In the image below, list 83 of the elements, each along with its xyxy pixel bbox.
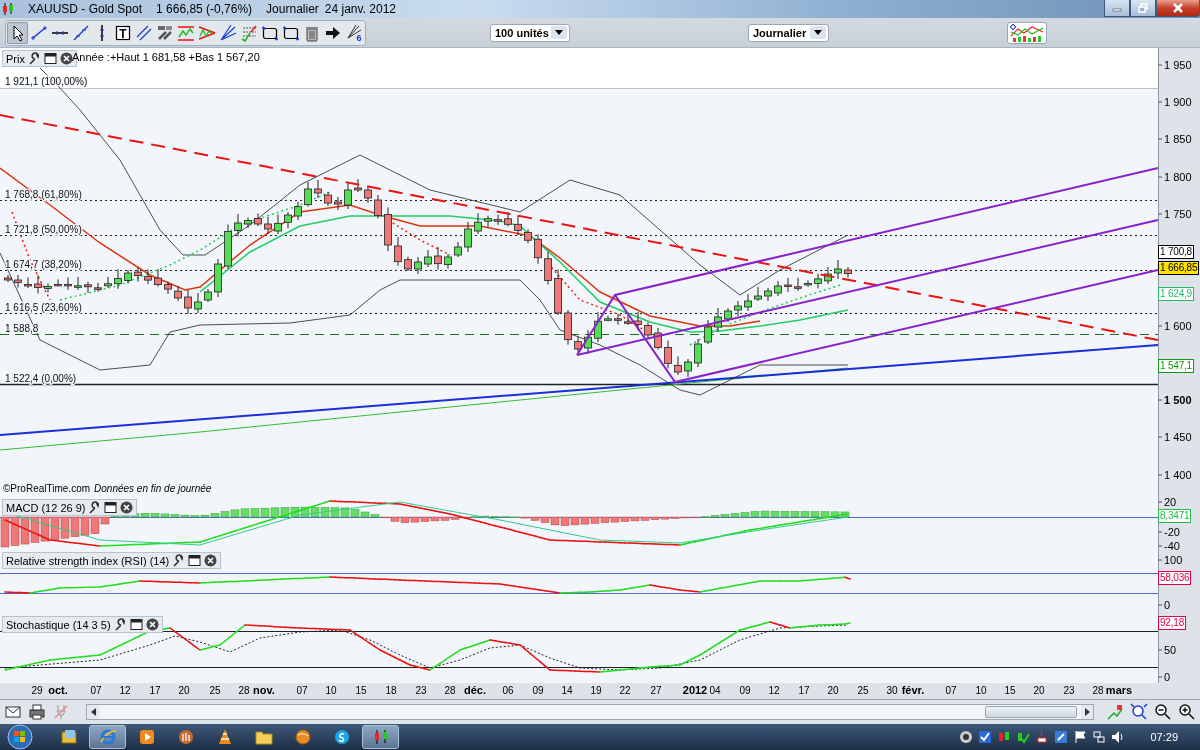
axis-tick-label: 07 <box>296 685 308 696</box>
axis-tick-label: 28 <box>1092 685 1104 696</box>
axis-tick-label: oct. <box>48 684 68 696</box>
indicator-title: Relative strength index (RSI) (14) <box>6 554 170 567</box>
axis-tick-label: 1 900 <box>1164 96 1192 108</box>
axis-tick-label: 23 <box>1063 685 1075 696</box>
axis-tick-label: déc. <box>464 684 486 696</box>
units-dropdown[interactable]: 100 unités <box>490 23 570 42</box>
axis-tick-label: 50 <box>1164 644 1177 656</box>
price-tag: 92,18 <box>1158 616 1187 630</box>
fibonacci-level-label: 1 674,7 (38,20%) <box>5 259 82 270</box>
fibonacci-level-label: 1 768,8 (61,80%) <box>5 189 82 200</box>
axis-tick-label: 20 <box>1033 685 1045 696</box>
axis-tick-label: 1 400 <box>1164 469 1192 481</box>
axis-tick-label: 28 <box>444 685 456 696</box>
axis-tick-label: 15 <box>1004 685 1016 696</box>
axis-tick-label: 1 600 <box>1164 320 1192 332</box>
axis-tick-label: 1 850 <box>1164 133 1192 145</box>
axis-tick-label: 20 <box>1164 497 1177 508</box>
price-tag: 1 700,8 <box>1158 245 1194 259</box>
axis-tick-label: 1 800 <box>1164 171 1192 183</box>
axis-tick-label: 0 <box>1164 671 1171 683</box>
price-tag: 1 624,9 <box>1158 287 1194 301</box>
price-tag: 1 547,1 <box>1158 359 1194 373</box>
fibonacci-level-label: 1 588,8 <box>5 323 39 334</box>
axis-tick-label: 0 <box>1164 599 1171 611</box>
axis-tick-label: 10 <box>325 685 337 696</box>
axis-tick-label: 09 <box>532 685 544 696</box>
axis-tick-label: 10 <box>975 685 987 696</box>
tool-button[interactable]: T <box>112 21 133 44</box>
tool-button[interactable]: 6 <box>343 21 364 44</box>
axis-tick-label: 18 <box>385 685 397 696</box>
axis-tick-label: mars <box>1105 684 1133 696</box>
window-title: XAUUSD - Gold Spot <box>28 2 143 16</box>
axis-tick-label: 25 <box>857 685 869 696</box>
axis-tick-label: 1 950 <box>1164 59 1192 71</box>
axis-tick-label: 19 <box>590 685 602 696</box>
axis-tick-label: 17 <box>798 685 810 696</box>
copyright-label: ©ProRealTime.com <box>3 483 91 494</box>
data-note: Données en fin de journée <box>94 483 212 494</box>
axis-tick-label: févr. <box>901 684 925 696</box>
axis-tick-label: 09 <box>739 685 751 696</box>
yearly-range-label: Année :+Haut 1 681,58 +Bas 1 567,20 <box>72 51 260 63</box>
axis-tick-label: 06 <box>502 685 514 696</box>
indicator-title: Stochastique (14 3 5) <box>6 618 111 631</box>
axis-tick-label: 04 <box>709 685 721 696</box>
axis-tick-label: 07 <box>90 685 102 696</box>
date-label: 24 janv. 2012 <box>324 2 396 16</box>
axis-tick-label: 28 <box>238 685 250 696</box>
price-tag: 8,3471 <box>1158 509 1192 523</box>
clock-time: 07:29 <box>1149 731 1179 743</box>
axis-tick-label: 12 <box>768 685 780 696</box>
axis-tick-label: nov. <box>253 684 275 696</box>
period-label: Journalier <box>266 2 319 16</box>
panel-title: Prix <box>6 52 25 65</box>
price-tag: 58,036 <box>1158 571 1192 585</box>
axis-tick-label: 22 <box>619 685 631 696</box>
axis-tick-label: 2012 <box>682 684 708 696</box>
price-tag: 1 666,85 <box>1158 261 1200 275</box>
axis-tick-label: 27 <box>650 685 662 696</box>
axis-tick-label: 1 750 <box>1164 208 1192 220</box>
price-quote: 1 666,85 (-0,76%) <box>156 2 253 16</box>
axis-tick-label: 25 <box>209 685 221 696</box>
indicator-title: MACD (12 26 9) <box>6 501 86 514</box>
axis-tick-label: 14 <box>561 685 573 696</box>
fibonacci-level-label: 1 616,5 (23,60%) <box>5 302 82 313</box>
axis-tick-label: 17 <box>149 685 161 696</box>
axis-tick-label: 100 <box>1164 554 1183 566</box>
axis-tick-label: 1 450 <box>1164 431 1192 443</box>
fibonacci-level-label: 1 522,4 (0,00%) <box>5 373 77 384</box>
axis-tick-label: 23 <box>415 685 427 696</box>
axis-tick-label: 20 <box>827 685 839 696</box>
axis-tick-label: 12 <box>119 685 131 696</box>
axis-tick-label: -20 <box>1164 526 1180 538</box>
axis-tick-label: 15 <box>355 685 367 696</box>
axis-tick-label: 07 <box>945 685 957 696</box>
fibonacci-level-label: 1 721,8 (50,00%) <box>5 224 82 235</box>
period-dropdown[interactable]: Journalier <box>748 23 829 42</box>
axis-tick-label: 1 500 <box>1164 394 1192 406</box>
axis-tick-label: 20 <box>178 685 190 696</box>
axis-tick-label: 29 <box>31 685 43 696</box>
axis-tick-label: 30 <box>886 685 898 696</box>
axis-tick-label: -40 <box>1164 540 1180 550</box>
